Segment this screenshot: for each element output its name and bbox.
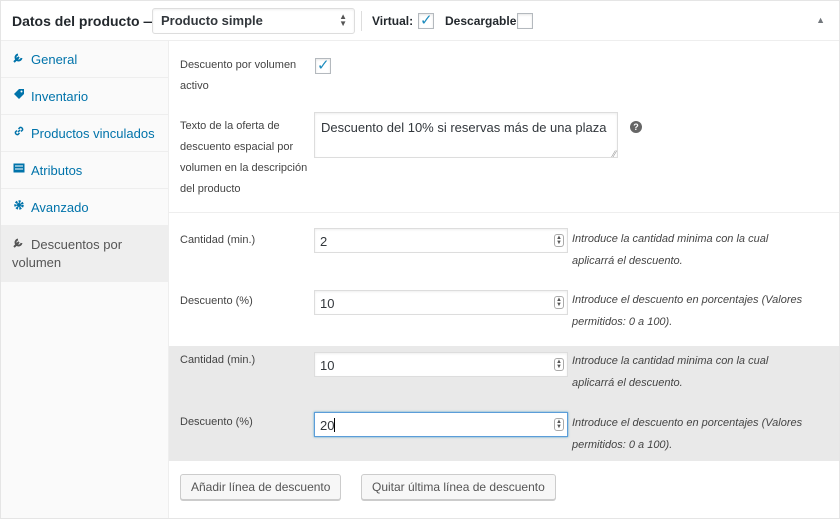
virtual-checkbox[interactable]: ✓ bbox=[418, 12, 434, 29]
header-separator bbox=[361, 11, 362, 31]
resize-grip-icon[interactable]: ⁄⁄ bbox=[613, 149, 616, 159]
link-icon bbox=[12, 125, 26, 140]
downloadable-checkbox[interactable] bbox=[517, 13, 533, 29]
list-icon bbox=[12, 162, 26, 177]
spinner-icon[interactable]: ▲ ▼ bbox=[554, 296, 564, 309]
gear-icon bbox=[12, 199, 26, 214]
remove-discount-line-button[interactable]: Quitar última línea de descuento bbox=[361, 474, 556, 500]
product-type-value: Producto simple bbox=[161, 13, 263, 28]
sidebar-item-label: Avanzado bbox=[31, 200, 89, 215]
product-type-select[interactable]: Producto simple ▲ ▼ bbox=[152, 8, 355, 34]
wrench-icon bbox=[12, 51, 26, 66]
sidebar-item-label: Productos vinculados bbox=[31, 126, 155, 141]
add-discount-line-button[interactable]: Añadir línea de descuento bbox=[180, 474, 342, 500]
sidebar-item-inventario[interactable]: Inventario bbox=[1, 78, 168, 115]
text-cursor bbox=[334, 418, 336, 432]
min-quantity-value: 2 bbox=[320, 234, 328, 249]
discount-percent-label: Descuento (%) bbox=[180, 416, 253, 428]
discount-percent-value: 20 bbox=[320, 418, 335, 433]
sidebar-item-label: General bbox=[31, 52, 78, 67]
discount-settings-panel: Descuento por volumen activo ✓ Texto de … bbox=[169, 41, 839, 518]
offer-text-textarea[interactable]: Descuento del 10% si reservas más de una… bbox=[314, 112, 618, 159]
volume-discount-checkbox[interactable]: ✓ bbox=[315, 57, 331, 74]
select-arrows-icon: ▲ ▼ bbox=[339, 12, 347, 28]
offer-text-label: Texto de la oferta de descuento espacial… bbox=[180, 120, 308, 195]
product-data-panel: Datos del producto — Producto simple ▲ ▼ … bbox=[0, 0, 840, 519]
checkmark-icon: ✓ bbox=[420, 12, 433, 29]
product-tabs-sidebar: General Inventario Productos vinculados … bbox=[1, 41, 169, 518]
sidebar-item-atributos[interactable]: Atributos bbox=[1, 152, 168, 189]
discount-percent-value: 10 bbox=[320, 296, 335, 311]
min-quantity-description: Introduce la cantidad minima con la cual… bbox=[572, 355, 769, 389]
panel-title: Datos del producto — bbox=[12, 13, 158, 29]
min-quantity-description: Introduce la cantidad minima con la cual… bbox=[572, 233, 769, 267]
spinner-icon[interactable]: ▲ ▼ bbox=[554, 234, 564, 247]
discount-percent-input[interactable]: 20 ▲ ▼ bbox=[314, 412, 568, 437]
section-divider bbox=[169, 212, 839, 213]
min-quantity-input[interactable]: 10 ▲ ▼ bbox=[314, 352, 568, 377]
sidebar-item-label: Inventario bbox=[31, 89, 89, 104]
min-quantity-value: 10 bbox=[320, 358, 335, 373]
spinner-icon[interactable]: ▲ ▼ bbox=[554, 418, 564, 431]
volume-discount-label: Descuento por volumen activo bbox=[180, 59, 297, 92]
collapse-toggle-icon[interactable]: ▲ bbox=[816, 15, 825, 25]
offer-text-value: Descuento del 10% si reservas más de una… bbox=[321, 120, 607, 135]
sidebar-item-avanzado[interactable]: Avanzado bbox=[1, 189, 168, 226]
discount-percent-label: Descuento (%) bbox=[180, 295, 253, 307]
help-tip-icon[interactable]: ? bbox=[630, 121, 642, 133]
discount-percent-input[interactable]: 10 ▲ ▼ bbox=[314, 290, 568, 315]
tag-icon bbox=[12, 88, 26, 103]
sidebar-item-label: Atributos bbox=[31, 163, 83, 178]
sidebar-item-label: Descuentos por volumen bbox=[12, 237, 123, 270]
sidebar-item-descuentos-por-volumen[interactable]: Descuentos por volumen bbox=[1, 226, 168, 282]
panel-header: Datos del producto — Producto simple ▲ ▼ … bbox=[1, 1, 839, 41]
min-quantity-label: Cantidad (min.) bbox=[180, 354, 256, 366]
checkmark-icon: ✓ bbox=[317, 57, 330, 74]
discount-percent-description: Introduce el descuento en porcentajes (V… bbox=[572, 294, 803, 328]
sidebar-item-general[interactable]: General bbox=[1, 41, 168, 78]
min-quantity-input[interactable]: 2 ▲ ▼ bbox=[314, 228, 568, 253]
min-quantity-label: Cantidad (min.) bbox=[180, 234, 256, 246]
spinner-icon[interactable]: ▲ ▼ bbox=[554, 358, 564, 371]
downloadable-label: Descargable: bbox=[445, 14, 521, 28]
sidebar-item-productos-vinculados[interactable]: Productos vinculados bbox=[1, 115, 168, 152]
virtual-label: Virtual: bbox=[372, 14, 414, 28]
discount-percent-description: Introduce el descuento en porcentajes (V… bbox=[572, 417, 803, 451]
